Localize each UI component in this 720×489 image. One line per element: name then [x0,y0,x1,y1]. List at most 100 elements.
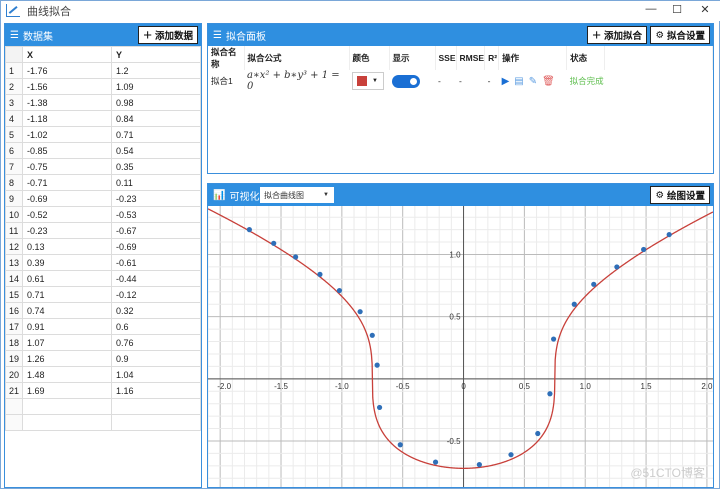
data-point [535,430,541,437]
table-row[interactable]: 16 0.74 0.32 [5,302,201,319]
plot-settings-button[interactable]: ⚙ 绘图设置 [650,186,710,204]
corner-cell[interactable] [5,46,23,63]
cell-y[interactable]: -0.67 [111,222,201,239]
table-row[interactable]: 11 -0.23 -0.67 [5,222,201,239]
cell-x[interactable]: -0.75 [22,158,112,175]
table-row[interactable]: 18 1.07 0.76 [5,334,201,351]
row-number: 8 [5,174,23,191]
table-row[interactable]: 4 -1.18 0.84 [5,110,201,127]
row-number: 21 [5,382,23,399]
fit-settings-button[interactable]: ⚙ 拟合设置 [650,26,710,44]
fit-status: 拟合完成 [569,76,604,86]
add-data-button[interactable]: + 添加数据 [138,26,198,44]
cell-x[interactable]: 1.48 [22,366,112,383]
cell-y[interactable]: -0.53 [111,206,201,223]
table-row[interactable]: 12 0.13 -0.69 [5,238,201,255]
cell-y[interactable]: 0.54 [111,142,201,159]
cell-x[interactable]: 1.26 [22,350,112,367]
visual-header: 📊 可视化 拟合曲线图 ▼ ⚙ 绘图设置 [208,184,713,206]
cell-y[interactable]: 0.84 [111,110,201,127]
cell-x[interactable]: 1.69 [22,382,112,399]
cell-x[interactable]: 0.39 [22,254,112,271]
table-row[interactable]: 5 -1.02 0.71 [5,126,201,143]
cell-x[interactable]: -0.85 [22,142,112,159]
cell-y[interactable]: 1.2 [111,62,201,79]
row-number: 4 [5,110,23,127]
empty-row[interactable] [5,398,201,415]
table-row[interactable]: 15 0.71 -0.12 [5,286,201,303]
cell-y[interactable]: 0.32 [111,302,201,319]
color-picker[interactable]: ▼ [352,72,384,90]
cell-y[interactable]: -0.23 [111,190,201,207]
maximize-button[interactable]: ☐ [667,3,687,16]
table-row[interactable]: 8 -0.71 0.11 [5,174,201,191]
cell-y[interactable]: -0.12 [111,286,201,303]
cell-y[interactable]: 0.76 [111,334,201,351]
cell-x[interactable]: 0.71 [22,286,112,303]
row-number: 15 [5,286,23,303]
x-tick-label: -1.0 [335,382,349,391]
cell-y[interactable]: 1.09 [111,78,201,95]
cell-y[interactable]: 0.6 [111,318,201,335]
table-row[interactable]: 6 -0.85 0.54 [5,142,201,159]
cell-x[interactable]: 0.13 [22,238,112,255]
cell-y[interactable]: 0.9 [111,350,201,367]
table-row[interactable]: 7 -0.75 0.35 [5,158,201,175]
cell-y[interactable]: 1.04 [111,366,201,383]
cell-y[interactable]: -0.44 [111,270,201,287]
minimize-button[interactable]: — [641,3,661,15]
cell-y[interactable]: 0.11 [111,174,201,191]
clipboard-icon[interactable]: ▤ [514,76,528,87]
cell-x[interactable]: -1.18 [22,110,112,127]
cell-y[interactable]: -0.69 [111,238,201,255]
cell-x[interactable]: -0.52 [22,206,112,223]
cell-y[interactable]: 1.16 [111,382,201,399]
cell-x[interactable]: -0.71 [22,174,112,191]
table-row[interactable]: 21 1.69 1.16 [5,382,201,399]
table-row[interactable]: 9 -0.69 -0.23 [5,190,201,207]
edit-pencil-icon[interactable]: ✎ [529,76,542,87]
play-icon[interactable]: ▶ [502,76,515,87]
cell-x[interactable]: -0.23 [22,222,112,239]
table-row[interactable]: 1 -1.76 1.2 [5,62,201,79]
cell-x[interactable]: -1.38 [22,94,112,111]
x-tick-label: 0 [461,382,466,391]
row-number: 16 [5,302,23,319]
plot-type-select[interactable]: 拟合曲线图 ▼ [260,187,334,203]
cell-y[interactable]: 0.98 [111,94,201,111]
data-point [666,231,672,238]
x-tick-label: 1.5 [641,382,653,391]
fit-plot[interactable]: -2.0 -1.5 -1.0 -0.5 0 0.5 1.0 1.5 2.0 1.0 0.5 -0.5 [207,206,714,487]
data-point [357,309,363,315]
cell-x[interactable]: 0.74 [22,302,112,319]
table-row[interactable]: 20 1.48 1.04 [5,366,201,383]
cell-x[interactable]: -1.02 [22,126,112,143]
fit-row[interactable]: 拟合1 a∗x² + b∗y³ + 1 = 0 ▼ - - - ▶▤✎🗑 拟合完… [208,70,713,92]
close-button[interactable]: ✕ [695,3,715,16]
cell-x[interactable]: 1.07 [22,334,112,351]
table-row[interactable]: 13 0.39 -0.61 [5,254,201,271]
column-header-y[interactable]: Y [111,46,201,63]
table-row[interactable]: 3 -1.38 0.98 [5,94,201,111]
delete-trash-icon[interactable]: 🗑 [542,76,560,87]
table-row[interactable]: 19 1.26 0.9 [5,350,201,367]
cell-x[interactable]: -0.69 [22,190,112,207]
column-header-x[interactable]: X [22,46,112,63]
col-actions: 操作 [498,46,568,70]
window-title: 曲线拟合 [27,6,71,18]
cell-x[interactable]: -1.76 [22,62,112,79]
table-row[interactable]: 17 0.91 0.6 [5,318,201,335]
cell-y[interactable]: 0.71 [111,126,201,143]
visible-toggle[interactable] [392,74,420,88]
cell-y[interactable]: 0.35 [111,158,201,175]
cell-x[interactable]: 0.61 [22,270,112,287]
dataset-title: 数据集 [22,31,53,43]
table-row[interactable]: 14 0.61 -0.44 [5,270,201,287]
cell-x[interactable]: 0.91 [22,318,112,335]
cell-y[interactable]: -0.61 [111,254,201,271]
add-fit-button[interactable]: + 添加拟合 [587,26,647,44]
empty-row[interactable] [5,414,201,431]
cell-x[interactable]: -1.56 [22,78,112,95]
table-row[interactable]: 10 -0.52 -0.53 [5,206,201,223]
table-row[interactable]: 2 -1.56 1.09 [5,78,201,95]
